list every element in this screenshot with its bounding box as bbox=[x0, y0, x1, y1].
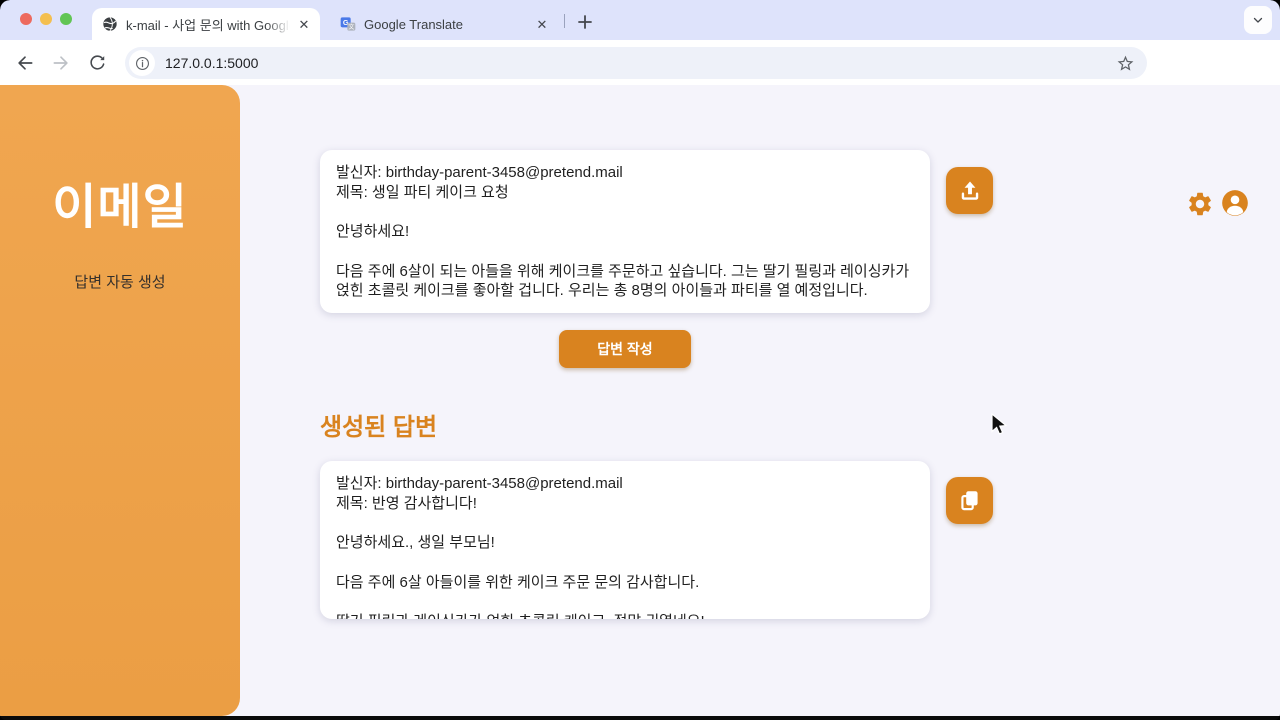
macos-close-button[interactable] bbox=[20, 13, 32, 25]
url-text[interactable]: 127.0.0.1:5000 bbox=[165, 55, 1116, 71]
incoming-email-card: 발신자: birthday-parent-3458@pretend.mail 제… bbox=[320, 150, 930, 313]
compose-reply-button[interactable]: 답변 작성 bbox=[559, 330, 691, 368]
browser-toolbar: 127.0.0.1:5000 bbox=[0, 40, 1280, 85]
macos-traffic-lights bbox=[20, 13, 72, 25]
tab-close-icon[interactable]: ✕ bbox=[296, 16, 312, 32]
page-content: 이메일 답변 자동 생성 발신자: birthday-parent-3458@p… bbox=[0, 85, 1280, 716]
reload-button[interactable] bbox=[82, 48, 112, 78]
incoming-email-text: 발신자: birthday-parent-3458@pretend.mail 제… bbox=[336, 163, 914, 301]
site-info-chip[interactable] bbox=[129, 50, 155, 76]
sidebar: 이메일 답변 자동 생성 bbox=[0, 85, 240, 716]
tab-kmail[interactable]: k-mail - 사업 문의 with Google ✕ bbox=[92, 8, 320, 40]
generated-email-text: 발신자: birthday-parent-3458@pretend.mail 제… bbox=[336, 474, 914, 619]
tab-title: k-mail - 사업 문의 with Google bbox=[126, 15, 290, 34]
upload-icon bbox=[957, 178, 983, 204]
tab-strip: k-mail - 사업 문의 with Google ✕ G 文 Google … bbox=[0, 0, 1280, 40]
mouse-cursor bbox=[988, 413, 1010, 437]
tab-close-icon[interactable]: ✕ bbox=[534, 16, 550, 32]
globe-icon bbox=[102, 16, 118, 32]
forward-button[interactable] bbox=[46, 48, 76, 78]
svg-text:文: 文 bbox=[348, 23, 354, 31]
forward-arrow-icon bbox=[51, 53, 71, 73]
url-bar[interactable]: 127.0.0.1:5000 bbox=[125, 47, 1147, 79]
tab-search-button[interactable] bbox=[1244, 6, 1272, 34]
tab-title: Google Translate bbox=[364, 17, 528, 32]
back-arrow-icon bbox=[15, 53, 35, 73]
macos-maximize-button[interactable] bbox=[60, 13, 72, 25]
chevron-down-icon bbox=[1252, 14, 1264, 26]
tab-google-translate[interactable]: G 文 Google Translate ✕ bbox=[330, 8, 558, 40]
browser-window: k-mail - 사업 문의 with Google ✕ G 文 Google … bbox=[0, 0, 1280, 720]
info-icon bbox=[135, 56, 150, 71]
upload-email-button[interactable] bbox=[946, 167, 993, 214]
reload-icon bbox=[88, 53, 107, 72]
translate-icon: G 文 bbox=[340, 16, 356, 32]
macos-minimize-button[interactable] bbox=[40, 13, 52, 25]
copy-reply-button[interactable] bbox=[946, 477, 993, 524]
screen-bottom-edge bbox=[0, 716, 1280, 720]
app-subtitle: 답변 자동 생성 bbox=[74, 271, 165, 292]
bookmark-star-icon[interactable] bbox=[1116, 54, 1135, 73]
account-circle-icon[interactable] bbox=[1221, 189, 1249, 217]
new-tab-button[interactable] bbox=[572, 9, 598, 35]
tab-separator bbox=[564, 14, 565, 28]
plus-icon bbox=[578, 15, 592, 29]
settings-gear-icon[interactable] bbox=[1186, 190, 1214, 218]
generated-email-card: 발신자: birthday-parent-3458@pretend.mail 제… bbox=[320, 461, 930, 619]
back-button[interactable] bbox=[10, 48, 40, 78]
app-title: 이메일 bbox=[52, 167, 187, 237]
copy-icon bbox=[957, 488, 983, 514]
generated-reply-heading: 생성된 답변 bbox=[320, 407, 437, 442]
